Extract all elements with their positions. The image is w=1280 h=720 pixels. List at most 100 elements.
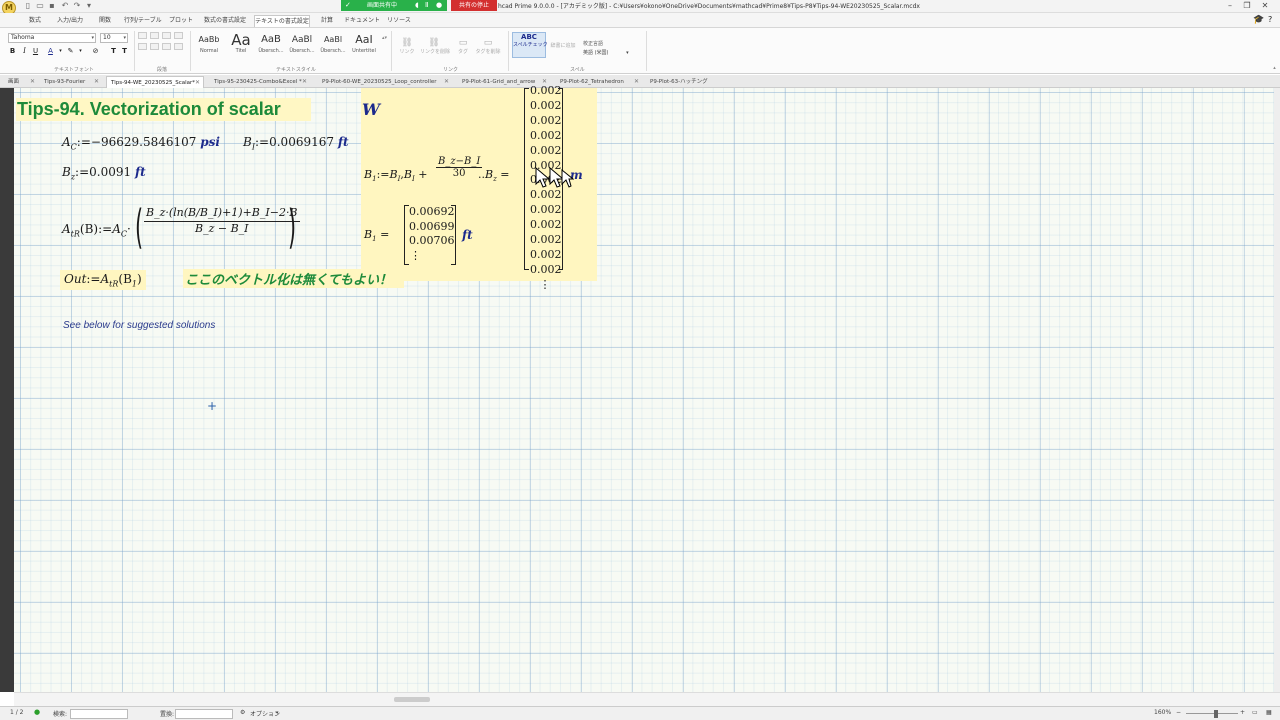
- style-gallery-more-icon[interactable]: ▴▾: [380, 34, 389, 43]
- align-left-icon[interactable]: [138, 32, 147, 39]
- tab-functions[interactable]: 関数: [94, 15, 116, 27]
- proofing-language-select[interactable]: 英語 (米国) ▾: [583, 49, 637, 56]
- chevron-down-icon[interactable]: ▾: [56, 47, 65, 56]
- scrollbar-thumb[interactable]: [394, 697, 430, 702]
- tab-math-formatting[interactable]: 数式の書式設定: [202, 15, 248, 27]
- close-tab-icon[interactable]: ✕: [30, 76, 35, 88]
- font-size-combo[interactable]: 10 ▾: [100, 33, 128, 43]
- remove-link-label: リンクを削除: [420, 49, 451, 55]
- zoom-slider-thumb[interactable]: [1214, 710, 1218, 718]
- tab-text-formatting[interactable]: テキストの書式設定: [254, 15, 310, 27]
- spellcheck-button[interactable]: ABC スペルチェック: [512, 32, 548, 58]
- help-icon[interactable]: ?: [1268, 15, 1272, 24]
- bold-icon[interactable]: B: [8, 47, 17, 56]
- collapse-ribbon-icon[interactable]: ▴: [1270, 64, 1279, 73]
- page-view-icon[interactable]: ▭: [1252, 709, 1258, 716]
- doc-tab[interactable]: Tips-95-230425-Combo&Excel * ✕: [210, 76, 310, 88]
- add-to-dictionary-button[interactable]: 辞書に追加: [549, 42, 577, 49]
- minimize-icon[interactable]: –: [1223, 0, 1237, 12]
- remove-link-button[interactable]: ⛓ リンクを削除: [420, 38, 451, 55]
- zoom-in-icon[interactable]: +: [1240, 709, 1245, 716]
- doc-tab[interactable]: P9-Plot-60-WE_20230525_Loop_controller ✕: [318, 76, 452, 88]
- search-options-icon[interactable]: ⚙: [240, 709, 245, 716]
- var-name: B: [62, 165, 71, 179]
- draft-view-icon[interactable]: ▦: [1266, 709, 1272, 716]
- vertical-scrollbar[interactable]: [1274, 88, 1280, 692]
- graduation-cap-icon[interactable]: 🎓: [1253, 15, 1264, 25]
- search-input[interactable]: [70, 709, 128, 719]
- align-right-icon[interactable]: [162, 32, 171, 39]
- mic-icon[interactable]: ◖: [415, 0, 419, 11]
- tab-document[interactable]: ドキュメント: [344, 15, 380, 27]
- tag-button[interactable]: ▭ タグ: [454, 38, 472, 55]
- numbered-list-icon[interactable]: [150, 43, 159, 50]
- clear-format-icon[interactable]: ⊘: [91, 47, 100, 56]
- search-label: 検索:: [53, 711, 68, 718]
- indent-icon[interactable]: [162, 43, 171, 50]
- align-center-icon[interactable]: [150, 32, 159, 39]
- style-heading-3[interactable]: AaBl Übersch...: [318, 32, 348, 60]
- style-subtitle[interactable]: AaI Untertitel: [349, 32, 379, 60]
- screen-share-bar[interactable]: ✓ 画面共有中 ◖ Ⅱ ●: [341, 0, 447, 11]
- worksheet-title[interactable]: Tips-94. Vectorization of scalar: [16, 98, 311, 121]
- close-tab-icon[interactable]: ✕: [94, 76, 99, 88]
- close-icon[interactable]: ✕: [1258, 0, 1272, 12]
- style-title[interactable]: Aa Titel: [226, 32, 256, 60]
- close-tab-icon[interactable]: ✕: [444, 76, 449, 88]
- doc-tab[interactable]: Tips-93-Fourier ✕: [40, 76, 102, 88]
- camera-icon[interactable]: ●: [436, 0, 442, 11]
- quick-access-menu-icon[interactable]: ▾: [84, 1, 94, 10]
- font-name-combo[interactable]: Tahoma ▾: [8, 33, 96, 43]
- stop-share-button[interactable]: 共有の停止: [451, 0, 497, 11]
- superscript-icon[interactable]: T: [109, 47, 118, 56]
- close-tab-icon[interactable]: ✕: [302, 76, 307, 88]
- tab-resources[interactable]: リソース: [386, 15, 412, 27]
- pause-icon[interactable]: Ⅱ: [425, 0, 428, 11]
- subscript-icon[interactable]: T: [120, 47, 129, 56]
- outdent-icon[interactable]: [174, 43, 183, 50]
- chevron-down-icon[interactable]: ▾: [76, 47, 85, 56]
- replace-input[interactable]: [175, 709, 233, 719]
- zoom-slider[interactable]: [1186, 713, 1238, 714]
- bullet-list-icon[interactable]: [138, 43, 147, 50]
- b1-result-column[interactable]: 0.00692 0.00699 0.00706 ⋮: [409, 205, 455, 263]
- save-icon[interactable]: ▪: [47, 1, 57, 10]
- close-tab-icon[interactable]: ✕: [195, 77, 200, 88]
- bi-definition[interactable]: BI:=0.0069167 ft: [243, 135, 349, 151]
- zoom-out-icon[interactable]: −: [1176, 709, 1181, 716]
- out-definition[interactable]: Out:=AtR(B1): [60, 270, 146, 291]
- remove-tag-button[interactable]: ▭ タグを削除: [474, 38, 502, 55]
- close-tab-icon[interactable]: ✕: [634, 76, 639, 88]
- style-normal[interactable]: AaBb Normal: [194, 32, 224, 60]
- highlight-icon[interactable]: ✎: [66, 47, 75, 56]
- tab-matrices-tables[interactable]: 行列/テーブル: [124, 15, 162, 27]
- justify-icon[interactable]: [174, 32, 183, 39]
- restore-icon[interactable]: ❐: [1240, 0, 1254, 12]
- tab-calculation[interactable]: 計算: [316, 15, 338, 27]
- link-button[interactable]: ⛓ リンク: [396, 38, 418, 55]
- doc-tab[interactable]: 画面 ✕: [4, 76, 38, 88]
- b1-evaluation-label[interactable]: B1 =: [364, 228, 389, 243]
- vectorization-comment[interactable]: ここのベクトル化は無くてもよい！: [183, 269, 404, 288]
- redo-icon[interactable]: ↷: [72, 1, 82, 10]
- italic-icon[interactable]: I: [20, 47, 29, 56]
- new-file-icon[interactable]: ▯: [23, 1, 33, 10]
- underline-icon[interactable]: U: [31, 47, 40, 56]
- bz-definition[interactable]: Bz:=0.0091 ft: [62, 165, 146, 181]
- worksheet[interactable]: Tips-94. Vectorization of scalar W AC:=−…: [14, 84, 1280, 692]
- doc-tab-active[interactable]: Tips-94-WE_20230525_Scalar* ✕: [106, 76, 204, 88]
- horizontal-scrollbar[interactable]: [14, 692, 1280, 706]
- style-heading-1[interactable]: AaB Übersch...: [256, 32, 286, 60]
- tab-math[interactable]: 数式: [22, 15, 48, 27]
- tab-input-output[interactable]: 入力/出力: [54, 15, 86, 27]
- undo-icon[interactable]: ↶: [60, 1, 70, 10]
- tab-plots[interactable]: プロット: [168, 15, 194, 27]
- chevron-down-icon[interactable]: ▾: [276, 710, 279, 716]
- doc-tab[interactable]: P9-Plot-63-ハッチング: [646, 76, 720, 88]
- open-folder-icon[interactable]: ▭: [35, 1, 45, 10]
- ac-definition[interactable]: AC:=−96629.5846107 psi: [62, 135, 220, 151]
- doc-tab[interactable]: P9-Plot-62_Tetrahedron ✕: [556, 76, 642, 88]
- style-heading-2[interactable]: AaBl Übersch...: [287, 32, 317, 60]
- suggested-solutions-note[interactable]: See below for suggested solutions: [63, 320, 215, 331]
- font-color-icon[interactable]: A: [46, 47, 55, 56]
